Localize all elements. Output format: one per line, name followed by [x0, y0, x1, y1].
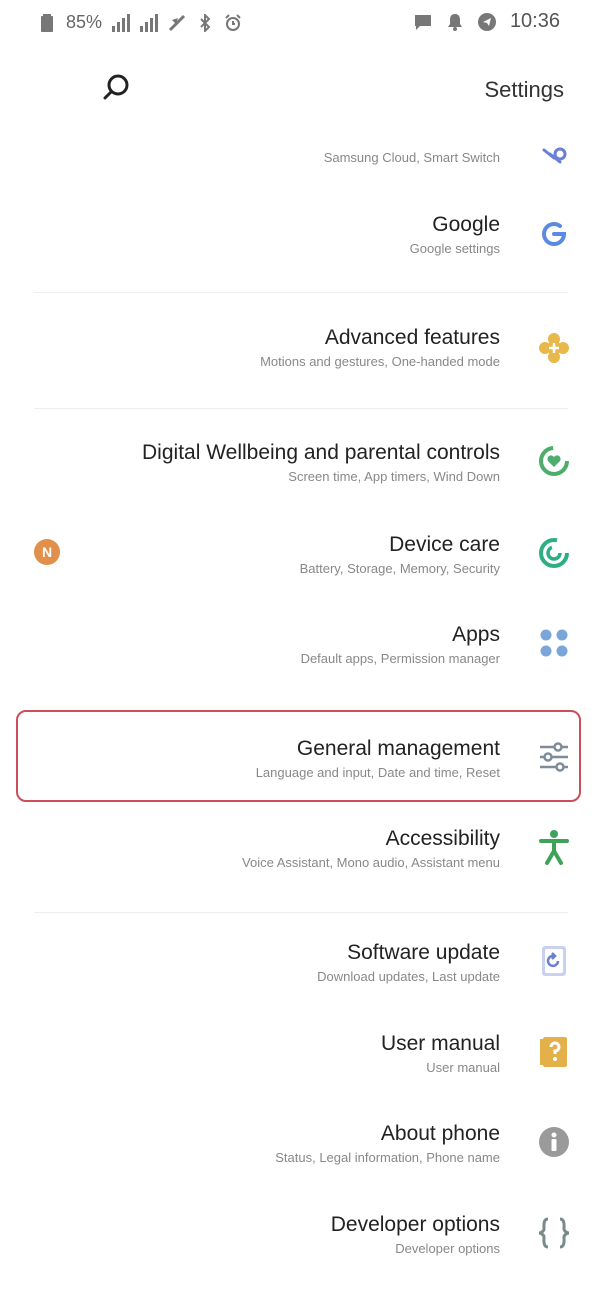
settings-item-google[interactable]: Google Google settings: [0, 205, 600, 269]
developer-options-icon: [536, 1215, 572, 1251]
new-badge: N: [34, 539, 60, 565]
settings-item-digital-wellbeing[interactable]: Digital Wellbeing and parental controls …: [0, 433, 600, 497]
page-title: Settings: [484, 77, 565, 102]
divider: [34, 292, 568, 293]
settings-item-subtitle: Developer options: [395, 1241, 500, 1256]
divider: [34, 912, 568, 913]
software-update-icon: [536, 943, 572, 979]
battery-percent: 85%: [66, 12, 103, 32]
search-icon: [103, 74, 129, 100]
settings-item-title: Google: [432, 213, 500, 236]
settings-item-general-management[interactable]: General management Language and input, D…: [0, 729, 600, 793]
settings-item-title: Digital Wellbeing and parental controls: [142, 441, 500, 464]
apps-icon: [536, 625, 572, 661]
status-left-icons: 85%: [38, 12, 242, 33]
info-icon: [536, 1124, 572, 1160]
settings-item-accessibility[interactable]: Accessibility Voice Assistant, Mono audi…: [0, 819, 600, 883]
settings-item-apps[interactable]: Apps Default apps, Permission manager: [0, 615, 600, 679]
settings-item-subtitle: Default apps, Permission manager: [300, 651, 500, 666]
app-header: Settings: [0, 60, 600, 120]
settings-item-subtitle: Google settings: [409, 241, 500, 256]
message-icon: [414, 13, 432, 31]
settings-item-title: General management: [296, 737, 500, 760]
settings-item-advanced-features[interactable]: Advanced features Motions and gestures, …: [0, 318, 600, 382]
settings-item-device-care[interactable]: N Device care Battery, Storage, Memory, …: [0, 525, 600, 589]
bluetooth-icon: [196, 13, 214, 32]
clock: 10:36: [509, 10, 560, 32]
settings-item-title: Software update: [347, 941, 500, 964]
accessibility-icon: [536, 829, 572, 865]
settings-item-subtitle: Status, Legal information, Phone name: [275, 1150, 500, 1165]
user-manual-icon: [536, 1034, 572, 1070]
signal-icon: [112, 13, 131, 32]
divider: [34, 408, 568, 409]
wellbeing-icon: [536, 443, 572, 479]
device-care-icon: [536, 535, 572, 571]
settings-item-subtitle: Samsung Cloud, Smart Switch: [323, 150, 500, 165]
wifi-off-icon: [168, 14, 186, 32]
advanced-features-icon: [536, 330, 572, 366]
general-management-icon: [536, 739, 572, 775]
key-icon: [536, 134, 572, 170]
settings-item-title: About phone: [380, 1122, 500, 1145]
settings-item-developer-options[interactable]: Developer options Developer options: [0, 1205, 600, 1269]
settings-item-subtitle: Voice Assistant, Mono audio, Assistant m…: [242, 855, 500, 870]
status-bar: 85% 10:36: [0, 0, 600, 48]
settings-item-title: Accessibility: [385, 827, 500, 850]
notification-bell-icon: [446, 13, 464, 31]
settings-item-title: Apps: [452, 623, 500, 646]
signal-icon: [140, 13, 159, 32]
settings-item-title: Device care: [389, 533, 500, 556]
settings-item-subtitle: Motions and gestures, One-handed mode: [260, 354, 500, 369]
settings-item-user-manual[interactable]: User manual User manual: [0, 1024, 600, 1088]
settings-item-subtitle: Battery, Storage, Memory, Security: [299, 561, 500, 576]
status-right-icons: 10:36: [414, 10, 560, 33]
settings-item-title: Advanced features: [324, 326, 500, 349]
settings-item-subtitle: Language and input, Date and time, Reset: [255, 765, 500, 780]
navigation-icon: [477, 12, 496, 31]
settings-item-accounts-backup[interactable]: Samsung Cloud, Smart Switch: [0, 130, 600, 180]
settings-item-about-phone[interactable]: About phone Status, Legal information, P…: [0, 1114, 600, 1178]
settings-item-software-update[interactable]: Software update Download updates, Last u…: [0, 933, 600, 997]
google-icon: [536, 215, 572, 251]
alarm-icon: [224, 13, 242, 32]
battery-icon: [38, 13, 56, 32]
settings-item-title: Developer options: [330, 1213, 500, 1236]
settings-item-subtitle: Screen time, App timers, Wind Down: [288, 469, 500, 484]
search-button[interactable]: [100, 70, 134, 104]
settings-item-subtitle: Download updates, Last update: [317, 969, 500, 984]
settings-item-title: User manual: [380, 1032, 500, 1055]
settings-item-subtitle: User manual: [426, 1060, 500, 1075]
